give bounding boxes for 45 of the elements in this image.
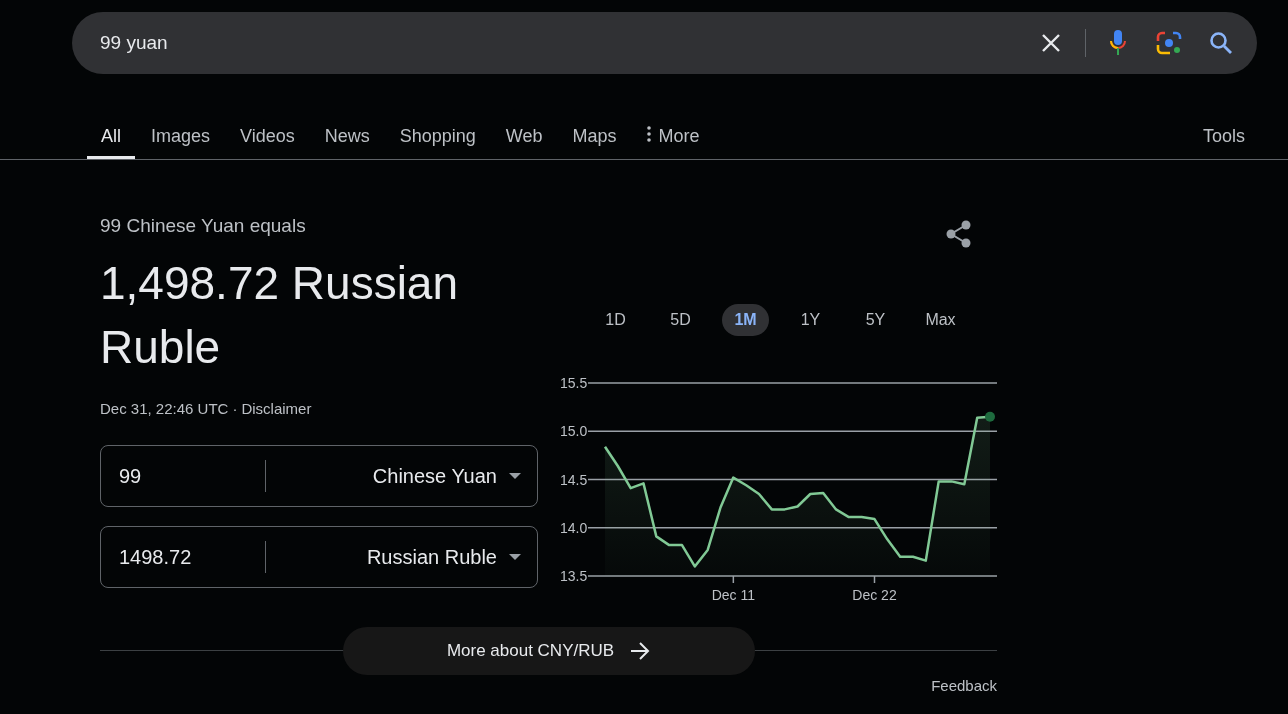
y-axis-label: 15.0 xyxy=(560,423,588,440)
separator-dot: · xyxy=(232,399,238,419)
y-axis-label: 14.0 xyxy=(560,519,588,536)
camera-lens-icon[interactable] xyxy=(1156,31,1182,55)
x-axis-label: Dec 11 xyxy=(711,587,755,603)
y-axis-label: 15.5 xyxy=(560,375,588,391)
time-range-tab[interactable]: Max xyxy=(917,304,964,336)
time-range-tab[interactable]: 1M xyxy=(722,304,769,336)
close-icon[interactable] xyxy=(1041,33,1061,53)
currency-dropdown[interactable]: Russian Ruble xyxy=(266,526,537,587)
latest-point-marker xyxy=(985,411,995,422)
tools-link[interactable]: Tools xyxy=(1202,123,1245,159)
time-range-tab[interactable]: 1Y xyxy=(787,304,834,336)
x-axis-label: Dec 22 xyxy=(852,587,897,603)
timestamp: Dec 31, 22:46 UTC xyxy=(100,399,229,419)
search-tab[interactable]: Web xyxy=(491,123,557,159)
share-icon[interactable] xyxy=(946,220,972,248)
currency-dropdown[interactable]: Chinese Yuan xyxy=(266,445,537,506)
more-about-button[interactable]: More about CNY/RUB xyxy=(342,627,755,675)
caret-icon xyxy=(509,553,521,560)
disclaimer-link[interactable]: Disclaimer xyxy=(241,398,312,421)
feedback-link[interactable]: Feedback xyxy=(931,675,997,698)
conversion-heading: 99 Chinese Yuan equals xyxy=(100,214,307,238)
amount-field[interactable]: 1498.72 xyxy=(101,541,265,572)
vertical-dots-icon xyxy=(646,126,651,142)
search-tab[interactable]: News xyxy=(310,123,384,159)
search-tab[interactable]: Videos xyxy=(226,123,309,159)
search-tab[interactable]: All xyxy=(87,123,135,159)
search-icon[interactable] xyxy=(1209,31,1233,55)
y-axis-label: 14.5 xyxy=(560,471,588,488)
search-query[interactable]: 99 yuan xyxy=(100,28,1041,58)
arrow-right-icon xyxy=(630,642,651,660)
y-axis-label: 13.5 xyxy=(560,568,588,584)
microphone-icon[interactable] xyxy=(1110,30,1126,56)
more-menu-tab[interactable]: More xyxy=(632,123,714,159)
amount-field[interactable]: 99 xyxy=(101,460,265,491)
search-tab[interactable]: Images xyxy=(137,123,225,159)
caret-icon xyxy=(509,472,521,479)
conversion-result: 1,498.72 Russian Ruble xyxy=(100,256,460,375)
time-range-tab[interactable]: 5Y xyxy=(852,304,899,336)
search-bar[interactable]: 99 yuan xyxy=(72,12,1257,74)
time-range-tab[interactable]: 5D xyxy=(657,304,704,336)
search-tab[interactable]: Maps xyxy=(558,123,631,159)
search-tab[interactable]: Shopping xyxy=(385,123,490,159)
time-range-tab[interactable]: 1D xyxy=(592,304,639,336)
